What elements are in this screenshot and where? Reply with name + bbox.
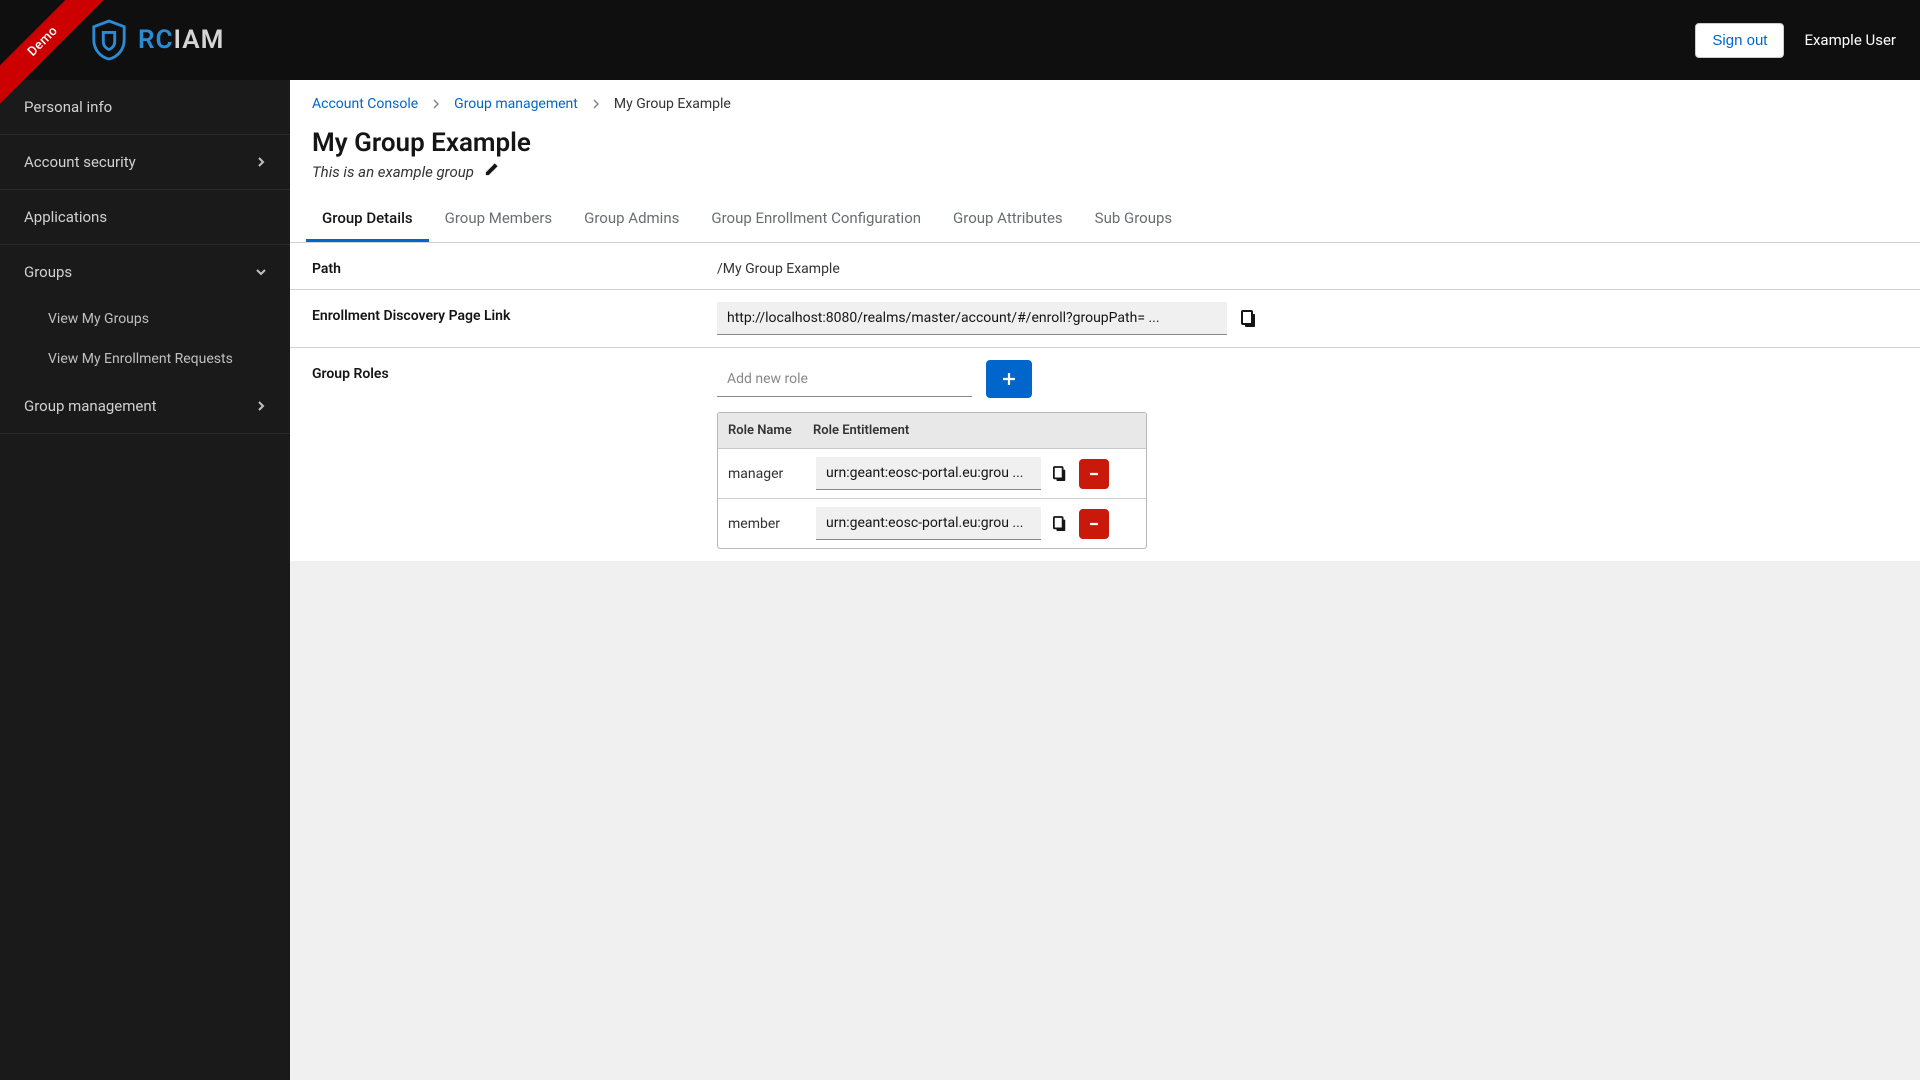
username: Example User [1804,31,1896,49]
detail-label: Path [312,255,717,277]
delete-role-button[interactable] [1079,509,1109,539]
logo-text: RCIAM [138,25,224,55]
minus-icon [1088,518,1100,530]
plus-icon [1002,372,1016,386]
sidebar: Personal info Account security Applicati… [0,80,290,1080]
detail-label: Enrollment Discovery Page Link [312,302,717,324]
demo-ribbon: Demo [0,0,120,120]
sidebar-item-groups[interactable]: Groups [0,245,290,299]
copy-icon [1053,466,1067,482]
copy-icon [1053,516,1067,532]
delete-role-button[interactable] [1079,459,1109,489]
tab-group-attributes[interactable]: Group Attributes [937,197,1079,242]
tab-group-admins[interactable]: Group Admins [568,197,695,242]
path-value: /My Group Example [717,255,1898,277]
col-role-name: Role Name [728,423,813,438]
minus-icon [1088,468,1100,480]
role-entitlement-field[interactable] [816,457,1041,490]
detail-row-path: Path /My Group Example [290,243,1920,290]
demo-label: Demo [0,0,113,111]
tab-sub-groups[interactable]: Sub Groups [1079,197,1188,242]
copy-button[interactable] [1047,510,1073,538]
app-header: Demo RCIAM Sign out Example User [0,0,1920,80]
signout-button[interactable]: Sign out [1695,23,1784,58]
page-description: This is an example group [312,163,474,181]
main-content: Account Console Group management My Grou… [290,80,1920,1080]
sidebar-item-label: View My Groups [48,311,149,327]
sidebar-item-account-security[interactable]: Account security [0,135,290,190]
breadcrumb-link-group-management[interactable]: Group management [454,96,578,112]
sidebar-item-applications[interactable]: Applications [0,190,290,245]
chevron-right-icon [256,401,266,411]
copy-button[interactable] [1235,304,1263,334]
sidebar-item-group-management[interactable]: Group management [0,379,290,434]
col-role-entitlement: Role Entitlement [813,423,1136,438]
sidebar-item-label: Account security [24,153,136,171]
detail-row-group-roles: Group Roles Role Name Role Entitlement [290,348,1920,561]
table-row: member [718,499,1146,548]
chevron-right-icon [432,99,440,109]
sidebar-item-label: Group management [24,397,157,415]
enrollment-link-field[interactable] [717,302,1227,335]
role-name: manager [728,466,808,482]
chevron-right-icon [592,99,600,109]
role-table: Role Name Role Entitlement manager [717,412,1147,549]
breadcrumb-current: My Group Example [614,96,731,112]
chevron-right-icon [256,157,266,167]
table-row: manager [718,449,1146,499]
sidebar-item-view-enrollment-requests[interactable]: View My Enrollment Requests [0,339,290,379]
sidebar-item-label: View My Enrollment Requests [48,351,233,367]
role-entitlement-field[interactable] [816,507,1041,540]
tab-group-details[interactable]: Group Details [306,197,429,242]
chevron-down-icon [256,267,266,277]
breadcrumb: Account Console Group management My Grou… [290,80,1920,112]
add-role-input[interactable] [717,362,972,397]
edit-icon[interactable] [484,162,499,181]
role-name: member [728,516,808,532]
sidebar-item-label: Applications [24,208,107,226]
breadcrumb-link-account-console[interactable]: Account Console [312,96,418,112]
sidebar-item-label: Groups [24,263,72,281]
tab-group-enrollment-configuration[interactable]: Group Enrollment Configuration [695,197,937,242]
copy-icon [1241,310,1257,328]
sidebar-item-view-my-groups[interactable]: View My Groups [0,299,290,339]
tab-group-members[interactable]: Group Members [429,197,569,242]
copy-button[interactable] [1047,460,1073,488]
detail-label: Group Roles [312,360,717,382]
add-role-button[interactable] [986,360,1032,398]
tabs: Group Details Group Members Group Admins… [290,197,1920,243]
page-title: My Group Example [312,128,1898,158]
detail-row-enrollment-link: Enrollment Discovery Page Link [290,290,1920,348]
